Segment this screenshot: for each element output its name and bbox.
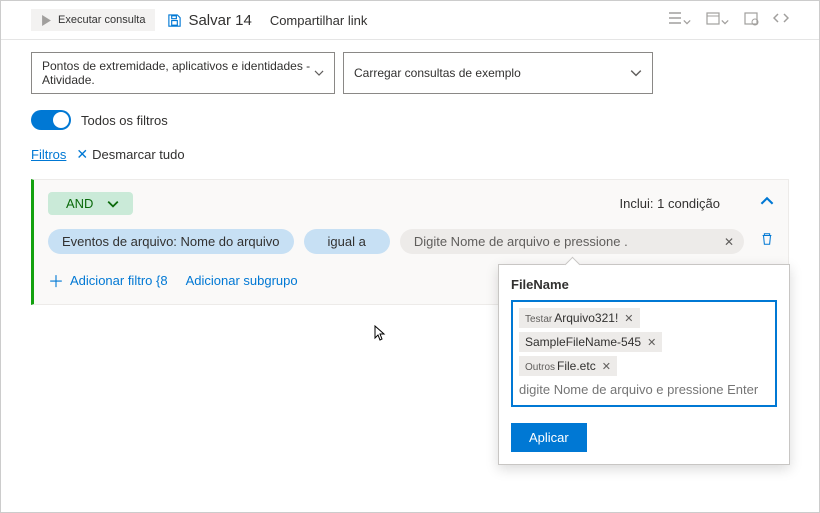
chevron-down-icon: [107, 198, 119, 210]
save-label: Salvar 14: [188, 12, 251, 29]
operator-value-pill[interactable]: igual a: [304, 229, 390, 254]
scope-dropdown[interactable]: Pontos de extremidade, aplicativos e ide…: [31, 52, 335, 94]
field-pill[interactable]: Eventos de arquivo: Nome do arquivo: [48, 229, 294, 254]
chevron-down-icon: [314, 67, 324, 79]
panel-header: AND Inclui: 1 condição: [48, 192, 774, 215]
chip-remove-icon[interactable]: ✕: [624, 312, 633, 325]
schedule-icon[interactable]: [743, 10, 759, 31]
all-filters-label: Todos os filtros: [81, 113, 168, 128]
chevron-down-icon: [630, 67, 642, 79]
collapse-button[interactable]: [760, 194, 774, 213]
chevron-up-icon: [760, 194, 774, 208]
apply-button[interactable]: Aplicar: [511, 423, 587, 452]
clear-all-label: Desmarcar tudo: [92, 147, 184, 162]
operator-label: AND: [66, 196, 93, 211]
operator-value-label: igual a: [328, 234, 366, 249]
toolbar: Executar consulta Salvar 14 Compartilhar…: [1, 1, 819, 40]
includes-summary: Inclui: 1 condição: [620, 196, 720, 211]
add-subgroup-button[interactable]: Adicionar subgrupo: [186, 273, 298, 288]
chip[interactable]: OutrosFile.etc ✕: [519, 356, 617, 376]
mouse-cursor-icon: [373, 325, 389, 341]
chip-input-box[interactable]: TestarArquivo321! ✕ SampleFileName-545 ✕…: [511, 300, 777, 407]
sample-queries-dropdown[interactable]: Carregar consultas de exemplo: [343, 52, 653, 94]
chip-remove-icon[interactable]: ✕: [602, 360, 611, 373]
add-filter-label: Adicionar filtro {8: [70, 273, 168, 288]
clear-all-button[interactable]: ✕ Desmarcar tudo: [76, 146, 184, 163]
operator-pill[interactable]: AND: [48, 192, 133, 215]
sample-label: Carregar consultas de exemplo: [354, 66, 521, 80]
dropdown-row: Pontos de extremidade, aplicativos e ide…: [1, 40, 819, 102]
trash-icon: [760, 232, 774, 246]
run-label: Executar consulta: [58, 14, 145, 26]
calendar-icon[interactable]: [705, 10, 729, 31]
value-pill[interactable]: Digite Nome de arquivo e pressione . ✕: [400, 229, 744, 254]
chip[interactable]: TestarArquivo321! ✕: [519, 308, 640, 328]
close-icon[interactable]: ✕: [724, 235, 734, 249]
filters-toggle-row: Todos os filtros: [1, 102, 819, 136]
popup-title: FileName: [511, 277, 777, 292]
scope-label: Pontos de extremidade, aplicativos e ide…: [42, 59, 314, 87]
play-icon: [41, 15, 52, 26]
delete-condition-button[interactable]: [760, 232, 774, 251]
add-filter-button[interactable]: ＋ Adicionar filtro {8: [48, 268, 168, 292]
condition-row: Eventos de arquivo: Nome do arquivo igua…: [48, 229, 774, 254]
value-label: Digite Nome de arquivo e pressione .: [414, 234, 628, 249]
filter-actions-row: Filtros ✕ Desmarcar tudo: [1, 136, 819, 171]
toolbar-right: [667, 10, 789, 31]
chip[interactable]: SampleFileName-545 ✕: [519, 332, 662, 352]
code-icon[interactable]: [773, 10, 789, 31]
filters-link[interactable]: Filtros: [31, 147, 66, 162]
filename-input[interactable]: [517, 378, 771, 401]
run-query-button[interactable]: Executar consulta: [31, 9, 155, 31]
list-view-icon[interactable]: [667, 10, 691, 31]
close-icon: ✕: [76, 146, 88, 163]
save-icon: [167, 13, 182, 28]
chip-remove-icon[interactable]: ✕: [647, 336, 656, 349]
save-button[interactable]: Salvar 14: [167, 12, 251, 29]
field-label: Eventos de arquivo: Nome do arquivo: [62, 234, 280, 249]
plus-icon: ＋: [48, 268, 64, 292]
filename-popup: FileName TestarArquivo321! ✕ SampleFileN…: [498, 264, 790, 465]
all-filters-toggle[interactable]: [31, 110, 71, 130]
share-link[interactable]: Compartilhar link: [270, 13, 368, 28]
